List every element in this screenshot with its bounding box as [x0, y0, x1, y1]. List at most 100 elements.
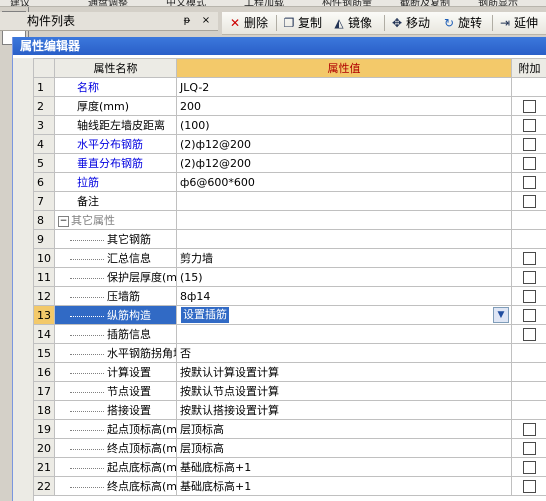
property-value-cell[interactable]	[176, 229, 512, 249]
property-name-cell[interactable]: 插筋信息	[54, 324, 177, 344]
property-value-cell[interactable]: 否	[176, 343, 512, 363]
property-value-cell[interactable]: 200	[176, 96, 512, 116]
copy-button[interactable]: ❐ 复制	[282, 14, 322, 32]
property-name-cell[interactable]: 压墙筋	[54, 286, 177, 306]
extra-checkbox[interactable]	[523, 327, 536, 341]
extra-checkbox[interactable]	[523, 194, 536, 208]
property-value-cell[interactable]: ф6@600*600	[176, 172, 512, 192]
property-value-cell[interactable]: 8ф14	[176, 286, 512, 306]
property-name-cell[interactable]: 垂直分布钢筋	[54, 153, 177, 173]
property-name-cell[interactable]: 终点底标高(m)	[54, 476, 177, 496]
extend-icon: ⇥	[499, 16, 511, 30]
table-row[interactable]: 14 插筋信息	[33, 324, 546, 344]
table-row[interactable]: 15 水平钢筋拐角增否	[33, 343, 546, 363]
property-name-cell[interactable]: 起点顶标高(m)	[54, 419, 177, 439]
property-name-cell[interactable]: 备注	[54, 191, 177, 211]
table-row[interactable]: 21 起点底标高(m) 基础底标高+1	[33, 457, 546, 477]
top-menu-item[interactable]: 工程加载	[244, 0, 284, 6]
property-value-cell[interactable]: 按默认搭接设置计算	[176, 400, 512, 420]
extra-checkbox[interactable]	[523, 308, 536, 322]
extra-checkbox[interactable]	[523, 460, 536, 474]
top-menu-item[interactable]: 通盘调整	[88, 0, 128, 6]
extra-checkbox[interactable]	[523, 137, 536, 151]
table-row[interactable]: 6 拉筋 ф6@600*600	[33, 172, 546, 192]
top-menu-item[interactable]: 截断及复制	[400, 0, 450, 6]
property-value-cell[interactable]: 层顶标高	[176, 419, 512, 439]
table-row[interactable]: 2 厚度(mm) 200	[33, 96, 546, 116]
top-menu-item[interactable]: 建议	[10, 0, 30, 6]
property-value-cell[interactable]	[176, 191, 512, 211]
property-value-cell[interactable]: 剪力墙	[176, 248, 512, 268]
move-button[interactable]: ✥ 移动	[390, 14, 430, 32]
table-row[interactable]: 16 计算设置 按默认计算设置计算	[33, 362, 546, 382]
property-value-cell[interactable]: (100)	[176, 115, 512, 135]
property-name-cell[interactable]: 厚度(mm)	[54, 96, 177, 116]
extra-checkbox[interactable]	[523, 251, 536, 265]
property-value-cell[interactable]: (2)ф12@200	[176, 153, 512, 173]
property-name-cell[interactable]: 起点底标高(m)	[54, 457, 177, 477]
property-name-cell[interactable]: 节点设置	[54, 381, 177, 401]
extra-checkbox[interactable]	[523, 479, 536, 493]
top-menu-item[interactable]: 构件钢筋量	[322, 0, 372, 6]
property-name-cell[interactable]: 保护层厚度(mm)	[54, 267, 177, 287]
property-name-cell[interactable]: 水平钢筋拐角增	[54, 343, 177, 363]
top-menu-item[interactable]: 钢筋显示	[478, 0, 518, 6]
property-value-cell[interactable]: (2)ф12@200	[176, 134, 512, 154]
property-name-cell[interactable]: 汇总信息	[54, 248, 177, 268]
property-name-cell[interactable]: 终点顶标高(m)	[54, 438, 177, 458]
extra-checkbox[interactable]	[523, 156, 536, 170]
move-icon: ✥	[391, 16, 403, 30]
table-row[interactable]: 13 纵筋构造 设置插筋 ▼	[33, 305, 546, 325]
top-menu-item[interactable]: 中文模式	[166, 0, 206, 6]
property-name-cell[interactable]: 搭接设置	[54, 400, 177, 420]
table-row[interactable]: 5 垂直分布钢筋 (2)ф12@200	[33, 153, 546, 173]
close-icon[interactable]: ×	[199, 14, 213, 28]
property-value-cell[interactable]: 层顶标高	[176, 438, 512, 458]
extra-checkbox[interactable]	[523, 270, 536, 284]
property-value-cell[interactable]	[176, 324, 512, 344]
collapse-icon[interactable]: −	[58, 215, 69, 227]
property-name-cell[interactable]: 名称	[54, 77, 177, 97]
property-value-cell[interactable]: 基础底标高+1	[176, 476, 512, 496]
extend-button[interactable]: ⇥ 延伸	[498, 14, 538, 32]
chevron-down-icon[interactable]: ▼	[493, 307, 509, 323]
property-name-cell[interactable]: 拉筋	[54, 172, 177, 192]
extra-checkbox[interactable]	[523, 422, 536, 436]
table-row[interactable]: 11 保护层厚度(mm)(15)	[33, 267, 546, 287]
table-row[interactable]: 20 终点顶标高(m) 层顶标高	[33, 438, 546, 458]
table-row[interactable]: 3 轴线距左墙皮距离 (100)	[33, 115, 546, 135]
property-value-cell[interactable]: 按默认计算设置计算	[176, 362, 512, 382]
property-name-cell[interactable]: 其它钢筋	[54, 229, 177, 249]
property-name-cell[interactable]: 轴线距左墙皮距离	[54, 115, 177, 135]
extra-checkbox[interactable]	[523, 118, 536, 132]
table-row[interactable]: 4 水平分布钢筋 (2)ф12@200	[33, 134, 546, 154]
property-value-cell[interactable]: (15)	[176, 267, 512, 287]
table-row[interactable]: 19 起点顶标高(m) 层顶标高	[33, 419, 546, 439]
table-row[interactable]: 8− 其它属性	[33, 210, 546, 230]
extra-checkbox[interactable]	[523, 289, 536, 303]
table-row[interactable]: 10 汇总信息 剪力墙	[33, 248, 546, 268]
property-name-cell[interactable]: 计算设置	[54, 362, 177, 382]
table-row[interactable]: 1 名称 JLQ-2	[33, 77, 546, 97]
table-row[interactable]: 12 压墙筋 8ф14	[33, 286, 546, 306]
property-name-cell[interactable]: − 其它属性	[54, 210, 177, 230]
extra-checkbox[interactable]	[523, 441, 536, 455]
property-name-cell[interactable]: 水平分布钢筋	[54, 134, 177, 154]
property-value-cell[interactable]: JLQ-2	[176, 77, 512, 97]
pin-icon[interactable]: ᵽ	[180, 14, 194, 28]
property-name-cell[interactable]: 纵筋构造	[54, 305, 177, 325]
rotate-button[interactable]: ↻ 旋转	[442, 14, 482, 32]
extra-checkbox[interactable]	[523, 99, 536, 113]
table-row[interactable]: 18 搭接设置 按默认搭接设置计算	[33, 400, 546, 420]
extra-checkbox[interactable]	[523, 175, 536, 189]
table-row[interactable]: 17 节点设置 按默认节点设置计算	[33, 381, 546, 401]
property-value-cell[interactable]: 基础底标高+1	[176, 457, 512, 477]
table-row[interactable]: 7 备注	[33, 191, 546, 211]
delete-button[interactable]: ✕ 删除	[228, 14, 268, 32]
property-value-cell[interactable]: 按默认节点设置计算	[176, 381, 512, 401]
property-value-select[interactable]: 设置插筋 ▼	[176, 305, 512, 325]
property-value-cell[interactable]	[176, 210, 512, 230]
table-row[interactable]: 22 终点底标高(m) 基础底标高+1	[33, 476, 546, 496]
table-row[interactable]: 9 其它钢筋	[33, 229, 546, 249]
mirror-button[interactable]: ◭ 镜像	[332, 14, 372, 32]
